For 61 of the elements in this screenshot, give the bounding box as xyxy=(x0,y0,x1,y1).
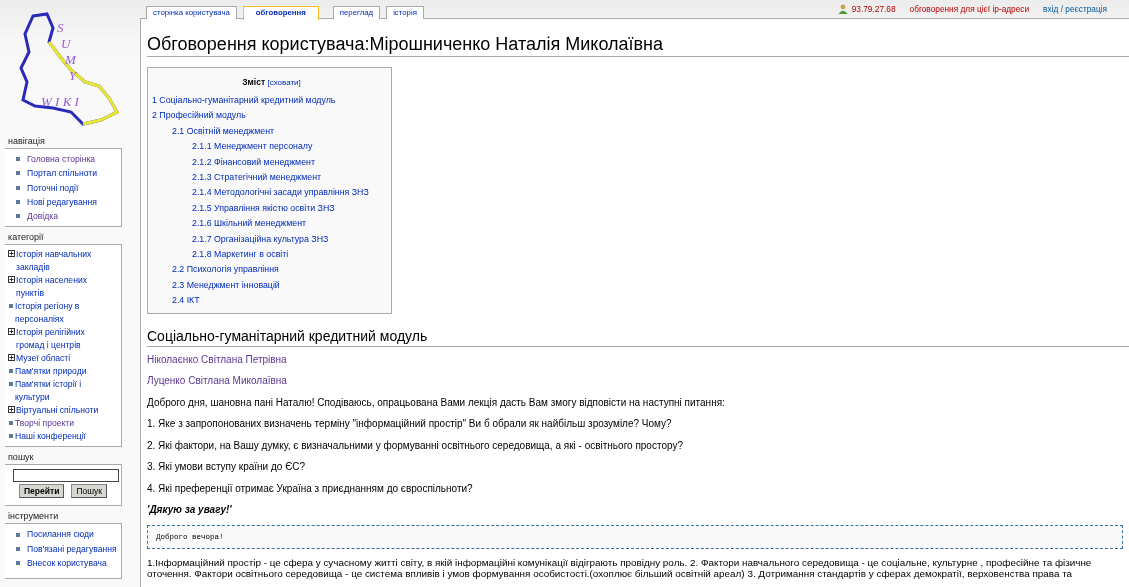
page-title: Обговорення користувача:Мірошниченко Наталія Миколаївна xyxy=(147,33,1129,57)
expand-icon[interactable] xyxy=(8,328,15,336)
nav-link[interactable]: Поточні події xyxy=(27,180,79,195)
toc-title: Зміст xyxy=(242,77,266,87)
paragraph: 4. Які преференції отримає Україна з приєднанням до євроспільноти? xyxy=(147,481,474,496)
paragraph: 2. Які фактори, на Вашу думку, є визначальними у формуванні освітнього середовища, а які - освітнього простору? xyxy=(147,438,684,453)
user-link[interactable]: Луценко Світлана Миколаївна xyxy=(147,375,287,387)
personal-link[interactable]: 93.79.27.68 xyxy=(851,4,896,14)
paragraph: 'Дякую за увагу!' xyxy=(147,503,233,518)
paragraph: Доброго дня, шановна пані Наталю! Сподіваюсь, опрацьована Вами лекція дасть Вам змогу відповісти на наступні питання: xyxy=(147,395,726,410)
category-link[interactable]: Історія навчальних закладів xyxy=(16,248,107,275)
nav-link[interactable]: Головна сторінка xyxy=(27,152,96,167)
user-link[interactable]: Ніколаєнко Світлана Петрівна xyxy=(147,353,287,365)
nav-link[interactable]: Нові редагування xyxy=(27,194,97,210)
section-heading: Соціально-гуманітарний кредитний модуль xyxy=(147,327,1129,347)
expand-icon[interactable] xyxy=(8,276,15,284)
expand-icon[interactable] xyxy=(8,406,15,414)
paragraph: 1.Інформаційний простір - це сфера у сучасному житті світу, в якій інформаційні комунікації відіграють провідну роль. 2. Фактори навчального середовища - це соціальне, культурне , професійне та фізичне оточення. Фактори освітнього середовища - це система впливів і умов формування особистості.(охоплює більший освітній ареал) 3. Дотримання стандартів у сферах демократії, верховенства права та xyxy=(147,556,1093,580)
user-icon xyxy=(837,4,848,14)
paragraph: 1. Яке з запропонованих визначень терміну "інформаційний простір" Ви б обрали як найбільш зрозуміле? Чому? xyxy=(147,417,673,432)
toc-link[interactable]: 1 Соціально-гуманітарний кредитний модуль xyxy=(152,95,336,105)
category-link[interactable]: Віртуальні спільноти xyxy=(16,404,99,418)
portlet-title: навігація xyxy=(7,135,46,147)
nav-link[interactable]: Портал спільноти xyxy=(27,166,97,181)
portlet-title: інструменти xyxy=(7,510,60,523)
toc-link[interactable]: 2.1.5 Управління якістю освіти ЗНЗ xyxy=(192,202,335,213)
toc-link[interactable]: 2.1.4 Методологічні засади управління ЗНЗ xyxy=(192,187,369,198)
toc-toggle[interactable]: [сховати] xyxy=(267,78,301,87)
tool-link[interactable]: Внесок користувача xyxy=(27,556,107,571)
personal-link[interactable]: вхід / реєстрація xyxy=(1043,4,1107,14)
toc-link[interactable]: 2.3 Менеджмент інновацій xyxy=(172,279,280,290)
toc-link[interactable]: 2.1 Освітній менеджмент xyxy=(172,125,275,136)
toc-link[interactable]: 2.4 ІКТ xyxy=(172,295,200,306)
toc-link[interactable]: 2.1.2 Фінансовий менеджмент xyxy=(192,156,315,167)
category-link[interactable]: Творчі проекти xyxy=(15,417,75,431)
toc-link[interactable]: 2.2 Психологія управління xyxy=(172,264,279,275)
toc-link[interactable]: 2.1.1 Менеджмент персоналу xyxy=(192,141,313,152)
toc-link[interactable]: 2.1.7 Організаційна культура ЗНЗ xyxy=(192,233,329,244)
category-link[interactable]: Історія регіону в персоналіях xyxy=(15,300,107,327)
toc-link[interactable]: 2.1.3 Стратегічний менеджмент xyxy=(192,172,322,183)
category-link[interactable]: Пам'ятки історії і культури xyxy=(15,378,107,405)
tool-link[interactable]: Пов'язані редагування xyxy=(27,541,117,557)
category-link[interactable]: Історія населених пунктів xyxy=(16,274,107,301)
search-button[interactable]: Пошук xyxy=(71,484,107,499)
expand-icon[interactable] xyxy=(8,354,15,362)
category-link[interactable]: Пам'ятки природи xyxy=(15,365,87,379)
search-field[interactable] xyxy=(13,469,119,483)
category-link[interactable]: Історія релігійних громад і центрів xyxy=(16,326,107,353)
expand-icon[interactable] xyxy=(8,250,15,258)
portlet-title: пошук xyxy=(7,451,35,464)
toc-link[interactable]: 2.1.8 Маркетинг в освіті xyxy=(192,249,289,260)
paragraph: 3. Які умови вступу країни до ЄС? xyxy=(147,460,307,475)
personal-link[interactable]: обговорення для цієї ip-адреси xyxy=(909,4,1030,14)
toc-link[interactable]: 2.1.6 Шкільний менеджмент xyxy=(192,218,307,229)
search-button[interactable]: Перейти xyxy=(19,484,65,499)
portlet-title: категорії xyxy=(7,231,45,244)
tool-link[interactable]: Посилання сюди xyxy=(27,527,94,542)
toc-link[interactable]: 2 Професійний модуль xyxy=(152,110,246,121)
category-link[interactable]: Наші конференції xyxy=(15,430,86,444)
nav-link[interactable]: Довідка xyxy=(27,209,58,224)
category-link[interactable]: Музеї області xyxy=(16,352,71,366)
